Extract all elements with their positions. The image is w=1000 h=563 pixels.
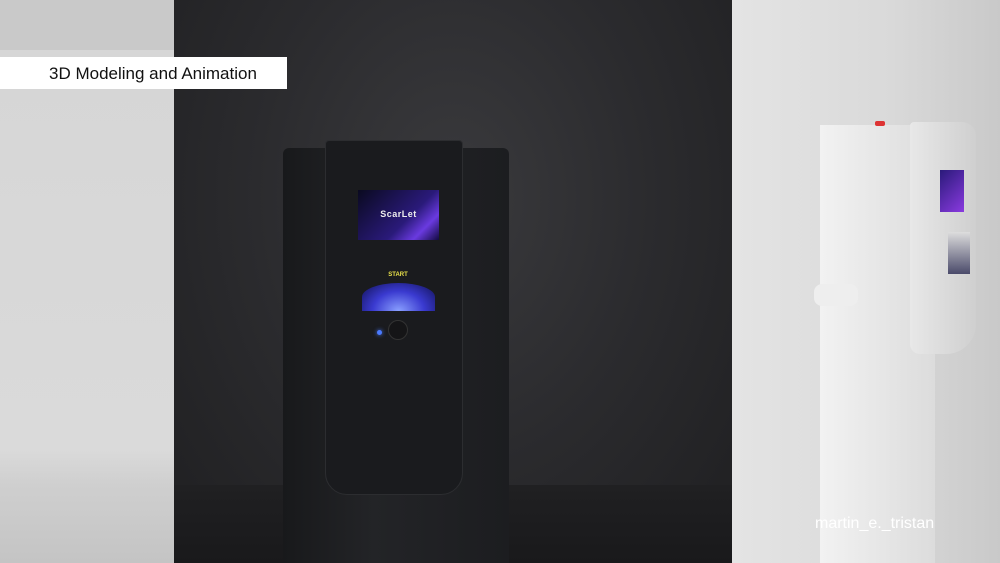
- start-label: START: [388, 272, 408, 278]
- white-kiosk-handle: [814, 284, 858, 306]
- red-indicator: [875, 121, 885, 126]
- kiosk-knob: [388, 320, 408, 340]
- credit-text: martin_e._tristan: [815, 515, 935, 532]
- kiosk-screen: ScarLet: [358, 190, 439, 240]
- white-kiosk-screen: [940, 170, 964, 212]
- white-kiosk-dome: [948, 232, 970, 274]
- start-dome: [362, 283, 435, 311]
- led-indicator: [377, 330, 382, 335]
- title-label: 3D Modeling and Animation: [0, 57, 287, 89]
